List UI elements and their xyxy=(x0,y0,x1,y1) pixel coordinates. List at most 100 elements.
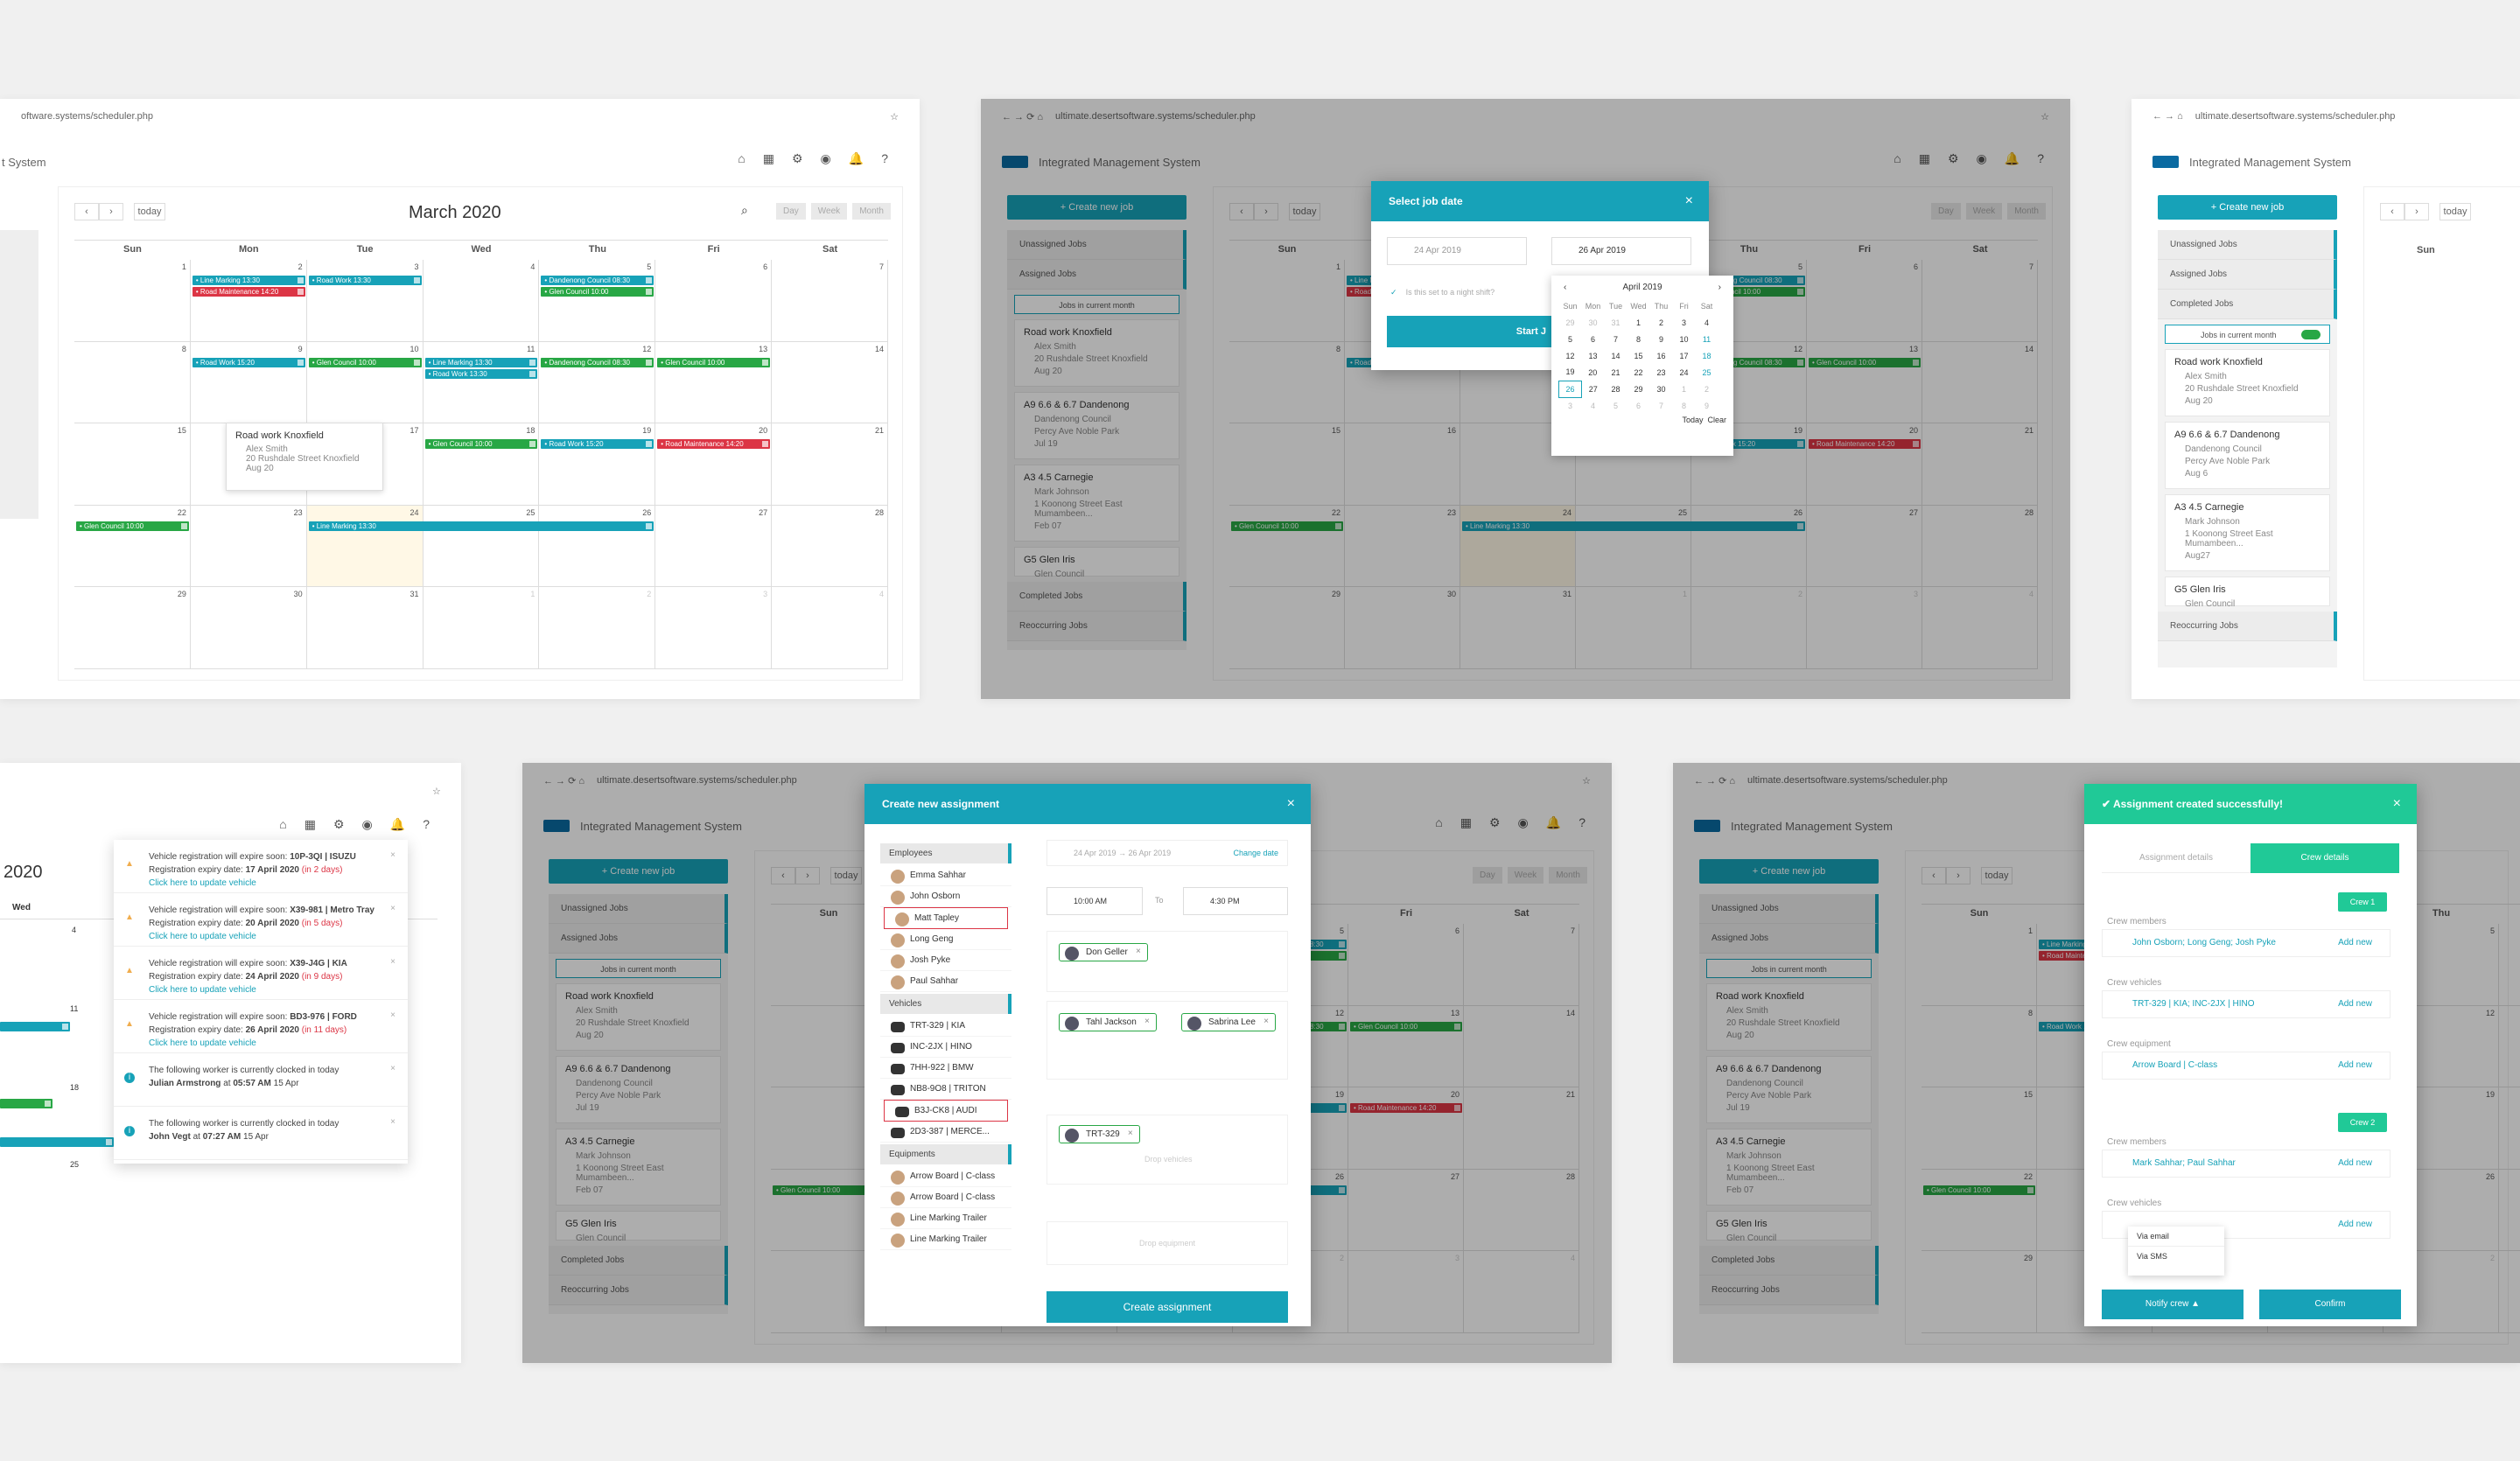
prev-month-icon[interactable]: ‹ xyxy=(1564,283,1566,292)
start-job-button[interactable]: Start J xyxy=(1387,316,1553,347)
add-new-link[interactable]: Add new xyxy=(2338,991,2372,1017)
event-bar[interactable]: • Glen Council 10:00 xyxy=(76,521,189,531)
date-cell[interactable]: 31 xyxy=(1605,314,1628,331)
close-icon[interactable]: × xyxy=(1685,181,1693,221)
time-from-input[interactable]: 10:00 AM xyxy=(1046,887,1143,915)
recurring-jobs-tab[interactable]: Reoccurring Jobs xyxy=(2158,612,2337,641)
day-cell[interactable]: 22 xyxy=(74,505,191,588)
bell-icon[interactable]: 🔔 xyxy=(849,151,864,166)
day-cell[interactable]: 3 xyxy=(306,260,424,342)
date-cell[interactable]: 24 xyxy=(1673,364,1696,381)
day-cell[interactable]: 11 xyxy=(423,341,540,424)
notification-item[interactable]: ▲ Vehicle registration will expire soon:… xyxy=(114,947,408,1000)
close-icon[interactable]: × xyxy=(390,955,396,968)
date-cell[interactable]: 5 xyxy=(1559,331,1582,347)
date-cell[interactable]: 8 xyxy=(1673,397,1696,414)
day-cell[interactable]: 1 xyxy=(74,260,191,342)
event-bar[interactable]: • Road Work 13:30 xyxy=(308,276,422,285)
crew-chip[interactable]: Tahl Jackson xyxy=(1059,1013,1157,1031)
event-bar[interactable] xyxy=(0,1137,114,1147)
date-cell[interactable]: 11 xyxy=(1696,331,1718,347)
help-icon[interactable]: ? xyxy=(881,151,888,166)
crew-chip[interactable]: Sabrina Lee xyxy=(1181,1013,1276,1031)
list-item[interactable]: Arrow Board | C-class xyxy=(880,1166,1012,1187)
date-cell[interactable]: 25 xyxy=(1696,364,1718,381)
prev-button[interactable]: ‹ xyxy=(74,203,99,220)
calendar-icon[interactable]: ▦ xyxy=(763,151,774,166)
notify-email-option[interactable]: Via email xyxy=(2128,1227,2224,1246)
search-icon[interactable]: ⌕ xyxy=(741,203,748,218)
notification-item[interactable]: ▲ Vehicle registration will expire soon:… xyxy=(114,893,408,947)
date-cell[interactable]: 3 xyxy=(1673,314,1696,331)
list-item[interactable]: 2D3-387 | MERCE... xyxy=(880,1122,1012,1143)
crew-2-badge[interactable]: Crew 2 xyxy=(2338,1113,2387,1132)
list-item[interactable]: Josh Pyke xyxy=(880,950,1012,971)
update-vehicle-link[interactable]: Click here to update vehicle xyxy=(149,877,390,890)
user-icon[interactable]: ◉ xyxy=(362,817,373,832)
date-cell[interactable]: 21 xyxy=(1605,364,1628,381)
day-cell[interactable]: 25 xyxy=(423,505,540,588)
crew-1-badge[interactable]: Crew 1 xyxy=(2338,892,2387,912)
user-icon[interactable]: ◉ xyxy=(821,151,831,166)
date-cell[interactable]: 30 xyxy=(1582,314,1605,331)
next-button[interactable]: › xyxy=(2404,203,2429,220)
to-date-input[interactable]: 26 Apr 2019 xyxy=(1551,237,1691,265)
day-cell[interactable]: 5 xyxy=(539,260,656,342)
event-bar[interactable]: • Road Maintenance 14:20 xyxy=(192,287,305,297)
date-cell[interactable]: 20 xyxy=(1582,364,1605,381)
day-cell[interactable]: 15 xyxy=(74,423,191,506)
day-cell[interactable]: 2 xyxy=(190,260,307,342)
date-cell[interactable]: 29 xyxy=(1559,314,1582,331)
date-cell[interactable]: 6 xyxy=(1582,331,1605,347)
event-bar[interactable]: • Glen Council 10:00 xyxy=(541,287,654,297)
help-icon[interactable]: ? xyxy=(423,817,430,832)
day-cell[interactable]: 19 xyxy=(539,423,656,506)
date-cell[interactable]: 19 xyxy=(1559,364,1582,381)
date-cell[interactable]: 18 xyxy=(1696,347,1718,364)
date-cell[interactable]: 14 xyxy=(1605,347,1628,364)
star-icon[interactable]: ☆ xyxy=(890,111,899,122)
list-section-header[interactable]: Equipments xyxy=(880,1144,1012,1164)
day-cell[interactable]: 14 xyxy=(772,341,888,424)
date-cell[interactable]: 7 xyxy=(1650,397,1673,414)
day-cell[interactable]: 10 xyxy=(306,341,424,424)
date-cell[interactable]: 23 xyxy=(1650,364,1673,381)
crew-dropzone[interactable] xyxy=(1046,931,1288,992)
date-cell[interactable]: 26 xyxy=(1558,380,1582,398)
add-new-link[interactable]: Add new xyxy=(2338,1212,2372,1238)
event-bar[interactable]: • Road Work 15:20 xyxy=(192,357,305,367)
day-cell[interactable]: 2 xyxy=(539,587,656,669)
list-item[interactable]: Line Marking Trailer xyxy=(880,1229,1012,1250)
day-cell[interactable]: 18 xyxy=(423,423,540,506)
notification-item[interactable]: ▲ Vehicle registration will expire soon:… xyxy=(114,1000,408,1053)
confirm-button[interactable]: Confirm xyxy=(2259,1290,2401,1319)
day-cell[interactable]: 27 xyxy=(655,505,773,588)
list-item[interactable]: Matt Tapley xyxy=(884,907,1008,929)
night-shift-checkbox[interactable]: ✓ Is this set to a night shift? xyxy=(1390,288,1494,297)
time-to-input[interactable]: 4:30 PM xyxy=(1183,887,1288,915)
day-cell[interactable]: 4 xyxy=(772,587,888,669)
list-section-header[interactable]: Employees xyxy=(880,843,1012,863)
date-cell[interactable]: 1 xyxy=(1673,381,1696,397)
event-bar[interactable]: • Glen Council 10:00 xyxy=(657,357,771,367)
notification-item[interactable]: i The following worker is currently cloc… xyxy=(114,1107,408,1160)
list-item[interactable]: TRT-329 | KIA xyxy=(880,1016,1012,1037)
job-card[interactable]: A9 6.6 & 6.7 Dandenong Dandenong Council P… xyxy=(2165,422,2330,489)
day-cell[interactable]: 8 xyxy=(74,341,191,424)
date-cell[interactable]: 4 xyxy=(1696,314,1718,331)
browser-url-bar[interactable]: ← → ⌂ ultimate.desertsoftware.systems/sch… xyxy=(2132,99,2520,134)
date-cell[interactable]: 27 xyxy=(1582,381,1605,397)
close-icon[interactable]: × xyxy=(390,1062,396,1075)
day-cell[interactable]: 12 xyxy=(539,341,656,424)
clear-link[interactable]: Clear xyxy=(1707,416,1726,424)
event-bar[interactable]: • Road Work 15:20 xyxy=(541,439,654,450)
today-link[interactable]: Today xyxy=(1682,416,1703,424)
from-date-input[interactable]: 24 Apr 2019 xyxy=(1387,237,1527,265)
date-cell[interactable]: 12 xyxy=(1559,347,1582,364)
nav-arrows-icon[interactable]: ← → ⌂ xyxy=(2152,111,2183,122)
today-button[interactable]: today xyxy=(2440,203,2471,220)
tab-assignment-details[interactable]: Assignment details xyxy=(2102,843,2250,873)
event-bar[interactable]: • Road Maintenance 14:20 xyxy=(657,439,771,450)
list-item[interactable]: 7HH-922 | BMW xyxy=(880,1058,1012,1079)
notify-crew-button[interactable]: Notify crew ▲ xyxy=(2102,1290,2244,1319)
